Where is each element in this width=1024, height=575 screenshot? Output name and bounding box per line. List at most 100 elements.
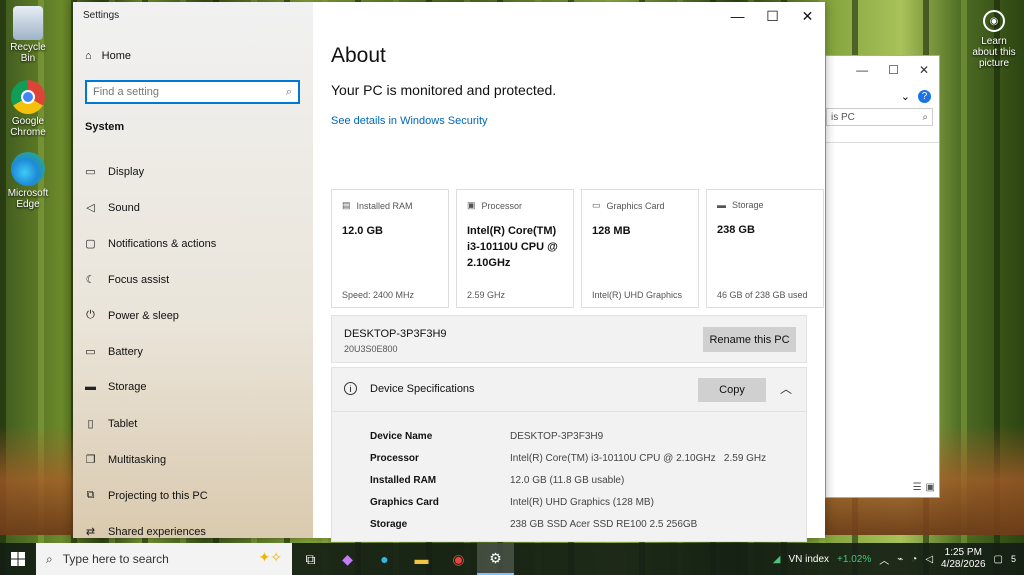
page-title: About	[331, 44, 386, 67]
copy-button[interactable]: Copy	[698, 378, 766, 402]
sidebar-item-multitasking[interactable]: ❐ Multitasking	[85, 453, 167, 467]
chevron-down-icon[interactable]: ⌄	[901, 90, 910, 103]
edge-taskbar-icon[interactable]: ●	[366, 543, 403, 575]
sidebar-item-focus-assist[interactable]: ☾ Focus assist	[85, 273, 170, 287]
settings-taskbar-icon[interactable]: ⚙	[477, 543, 514, 575]
windows-logo-icon	[11, 552, 25, 566]
edge-icon	[11, 152, 45, 186]
ram-value: 12.0 GB	[342, 225, 383, 237]
taskbar: ⌕ Type here to search ✦✧ ⧉ ◆ ● ▬ ◉ ⚙ ◢ V…	[0, 543, 1024, 575]
stock-label[interactable]: VN index	[788, 554, 829, 565]
clock[interactable]: 1:25 PM 4/28/2026	[941, 547, 986, 571]
google-chrome-shortcut[interactable]: Google Chrome	[4, 80, 52, 138]
notification-count: 5	[1010, 554, 1016, 564]
processor-value: Intel(R) Core(TM) i3-10110U CPU @ 2.10GH…	[467, 225, 558, 269]
settings-sidebar: Settings ⌂ Home Find a setting ⌕ System …	[73, 2, 313, 538]
maximize-button[interactable]: ☐	[755, 2, 790, 30]
protection-status: Your PC is monitored and protected.	[331, 82, 557, 98]
recycle-bin-label: Recycle Bin	[10, 42, 46, 64]
device-specifications-title: Device Specifications	[370, 383, 475, 395]
explorer-search-input[interactable]: is PC ⌕	[826, 108, 933, 126]
device-specifications-header[interactable]: i Device Specifications Copy ︿	[332, 368, 806, 412]
focus-assist-icon: ☾	[85, 274, 96, 286]
device-specifications-panel: i Device Specifications Copy ︿ Device Na…	[331, 367, 807, 542]
stock-change: +1.02%	[837, 553, 872, 565]
search-icon: ⌕	[285, 85, 292, 98]
sidebar-item-sound[interactable]: ◁ Sound	[85, 201, 140, 215]
windows-security-link[interactable]: See details in Windows Security	[331, 115, 488, 127]
chevron-up-icon[interactable]: ︿	[780, 380, 792, 397]
spec-row: Graphics Card Intel(R) UHD Graphics (128 …	[370, 497, 654, 508]
sidebar-item-projecting[interactable]: ⧉ Projecting to this PC	[85, 489, 208, 502]
settings-content: — ☐ ✕ About Your PC is monitored and pro…	[313, 2, 825, 542]
storage-value: 238 GB	[717, 224, 755, 236]
minimize-button[interactable]: —	[720, 2, 755, 30]
recycle-bin-icon	[13, 6, 43, 40]
search-icon: ⌕	[46, 551, 53, 566]
power-icon: ⏻	[86, 309, 95, 321]
spec-row: Device Name DESKTOP-3P3F3H9	[370, 431, 604, 442]
pc-name-bar: DESKTOP-3P3F3H9 20U3S0E800 Rename this P…	[331, 315, 807, 363]
wifi-icon[interactable]: ◔	[911, 554, 917, 565]
ram-footer: Speed: 2400 MHz	[342, 290, 415, 300]
info-icon: i	[344, 382, 357, 395]
sidebar-item-notifications[interactable]: ▢ Notifications & actions	[85, 237, 216, 251]
chrome-taskbar-icon[interactable]: ◉	[440, 543, 477, 575]
graphics-icon: ▭	[592, 200, 601, 210]
spec-row: Storage 238 GB SSD Acer SSD RE100 2.5 256…	[370, 519, 698, 530]
sidebar-item-tablet[interactable]: ▯ Tablet	[85, 417, 137, 431]
sparkle-icon: ✦✧	[258, 549, 282, 565]
spec-row: Installed RAM 12.0 GB (11.8 GB usable)	[370, 475, 625, 486]
processor-icon: ▣	[467, 200, 476, 210]
storage-card-icon: ▬	[717, 200, 726, 210]
tiles-view-icon[interactable]: ▣	[926, 482, 935, 493]
pc-name: DESKTOP-3P3F3H9	[344, 328, 447, 340]
stock-chart-icon: ◢	[772, 553, 781, 565]
projecting-icon: ⧉	[86, 489, 95, 501]
sidebar-item-power-sleep[interactable]: ⏻ Power & sleep	[85, 309, 179, 322]
taskbar-search-box[interactable]: ⌕ Type here to search ✦✧	[36, 543, 292, 575]
camera-icon: ◉	[983, 10, 1005, 32]
home-icon: ⌂	[85, 50, 92, 62]
recycle-bin-shortcut[interactable]: Recycle Bin	[4, 6, 52, 64]
maximize-icon[interactable]: ☐	[888, 63, 899, 77]
shared-icon: ⇄	[85, 526, 96, 538]
find-setting-input[interactable]: Find a setting ⌕	[85, 80, 300, 104]
spec-cards: ▤ Installed RAM 12.0 GB Speed: 2400 MHz ▣…	[331, 189, 824, 308]
microsoft-edge-shortcut[interactable]: Microsoft Edge	[4, 152, 52, 210]
battery-icon: ▭	[85, 346, 96, 358]
network-icon[interactable]: ⌁	[897, 554, 903, 565]
minimize-icon[interactable]: —	[856, 63, 868, 77]
pc-model: 20U3S0E800	[344, 344, 398, 354]
start-button[interactable]	[0, 543, 36, 575]
volume-icon[interactable]: ◁	[925, 554, 933, 565]
file-explorer-window[interactable]: — ☐ ✕ ⌄ ? is PC ⌕ ☰ ▣	[825, 55, 940, 498]
sidebar-item-shared-experiences[interactable]: ⇄ Shared experiences	[85, 525, 206, 539]
details-view-icon[interactable]: ☰	[913, 482, 922, 493]
edge-label: Microsoft Edge	[7, 188, 49, 210]
close-icon[interactable]: ✕	[919, 63, 929, 77]
task-view-icon[interactable]: ⧉	[292, 543, 329, 575]
spec-row: Processor Intel(R) Core(TM) i3-10110U CPU…	[370, 453, 767, 464]
close-button[interactable]: ✕	[790, 2, 825, 30]
window-controls: — ☐ ✕	[720, 2, 825, 30]
sidebar-item-battery[interactable]: ▭ Battery	[85, 345, 143, 359]
sidebar-item-display[interactable]: ▭ Display	[85, 165, 144, 179]
system-tray: ◢ VN index +1.02% ︿ ⌁ ◔ ◁ 1:25 PM 4/28/2…	[773, 543, 1024, 575]
home-nav-item[interactable]: ⌂ Home	[85, 50, 131, 62]
file-explorer-icon[interactable]: ▬	[403, 543, 440, 575]
search-icon: ⌕	[922, 111, 928, 123]
ram-card: ▤ Installed RAM 12.0 GB Speed: 2400 MHz	[331, 189, 449, 308]
copilot-icon[interactable]: ◆	[329, 543, 366, 575]
rename-pc-button[interactable]: Rename this PC	[703, 327, 796, 352]
multitasking-icon: ❐	[85, 454, 96, 466]
storage-card: ▬ Storage 238 GB 46 GB of 238 GB used	[706, 189, 824, 308]
display-icon: ▭	[85, 166, 96, 178]
chevron-up-icon[interactable]: ︿	[879, 552, 889, 567]
section-title: System	[85, 121, 125, 133]
learn-about-picture[interactable]: ◉ Learn about this picture	[968, 10, 1020, 69]
processor-card: ▣ Processor Intel(R) Core(TM) i3-10110U C…	[456, 189, 574, 308]
help-icon[interactable]: ?	[918, 89, 931, 103]
notification-icon[interactable]: ▢	[994, 554, 1003, 565]
sidebar-item-storage[interactable]: ▬ Storage	[85, 381, 147, 393]
